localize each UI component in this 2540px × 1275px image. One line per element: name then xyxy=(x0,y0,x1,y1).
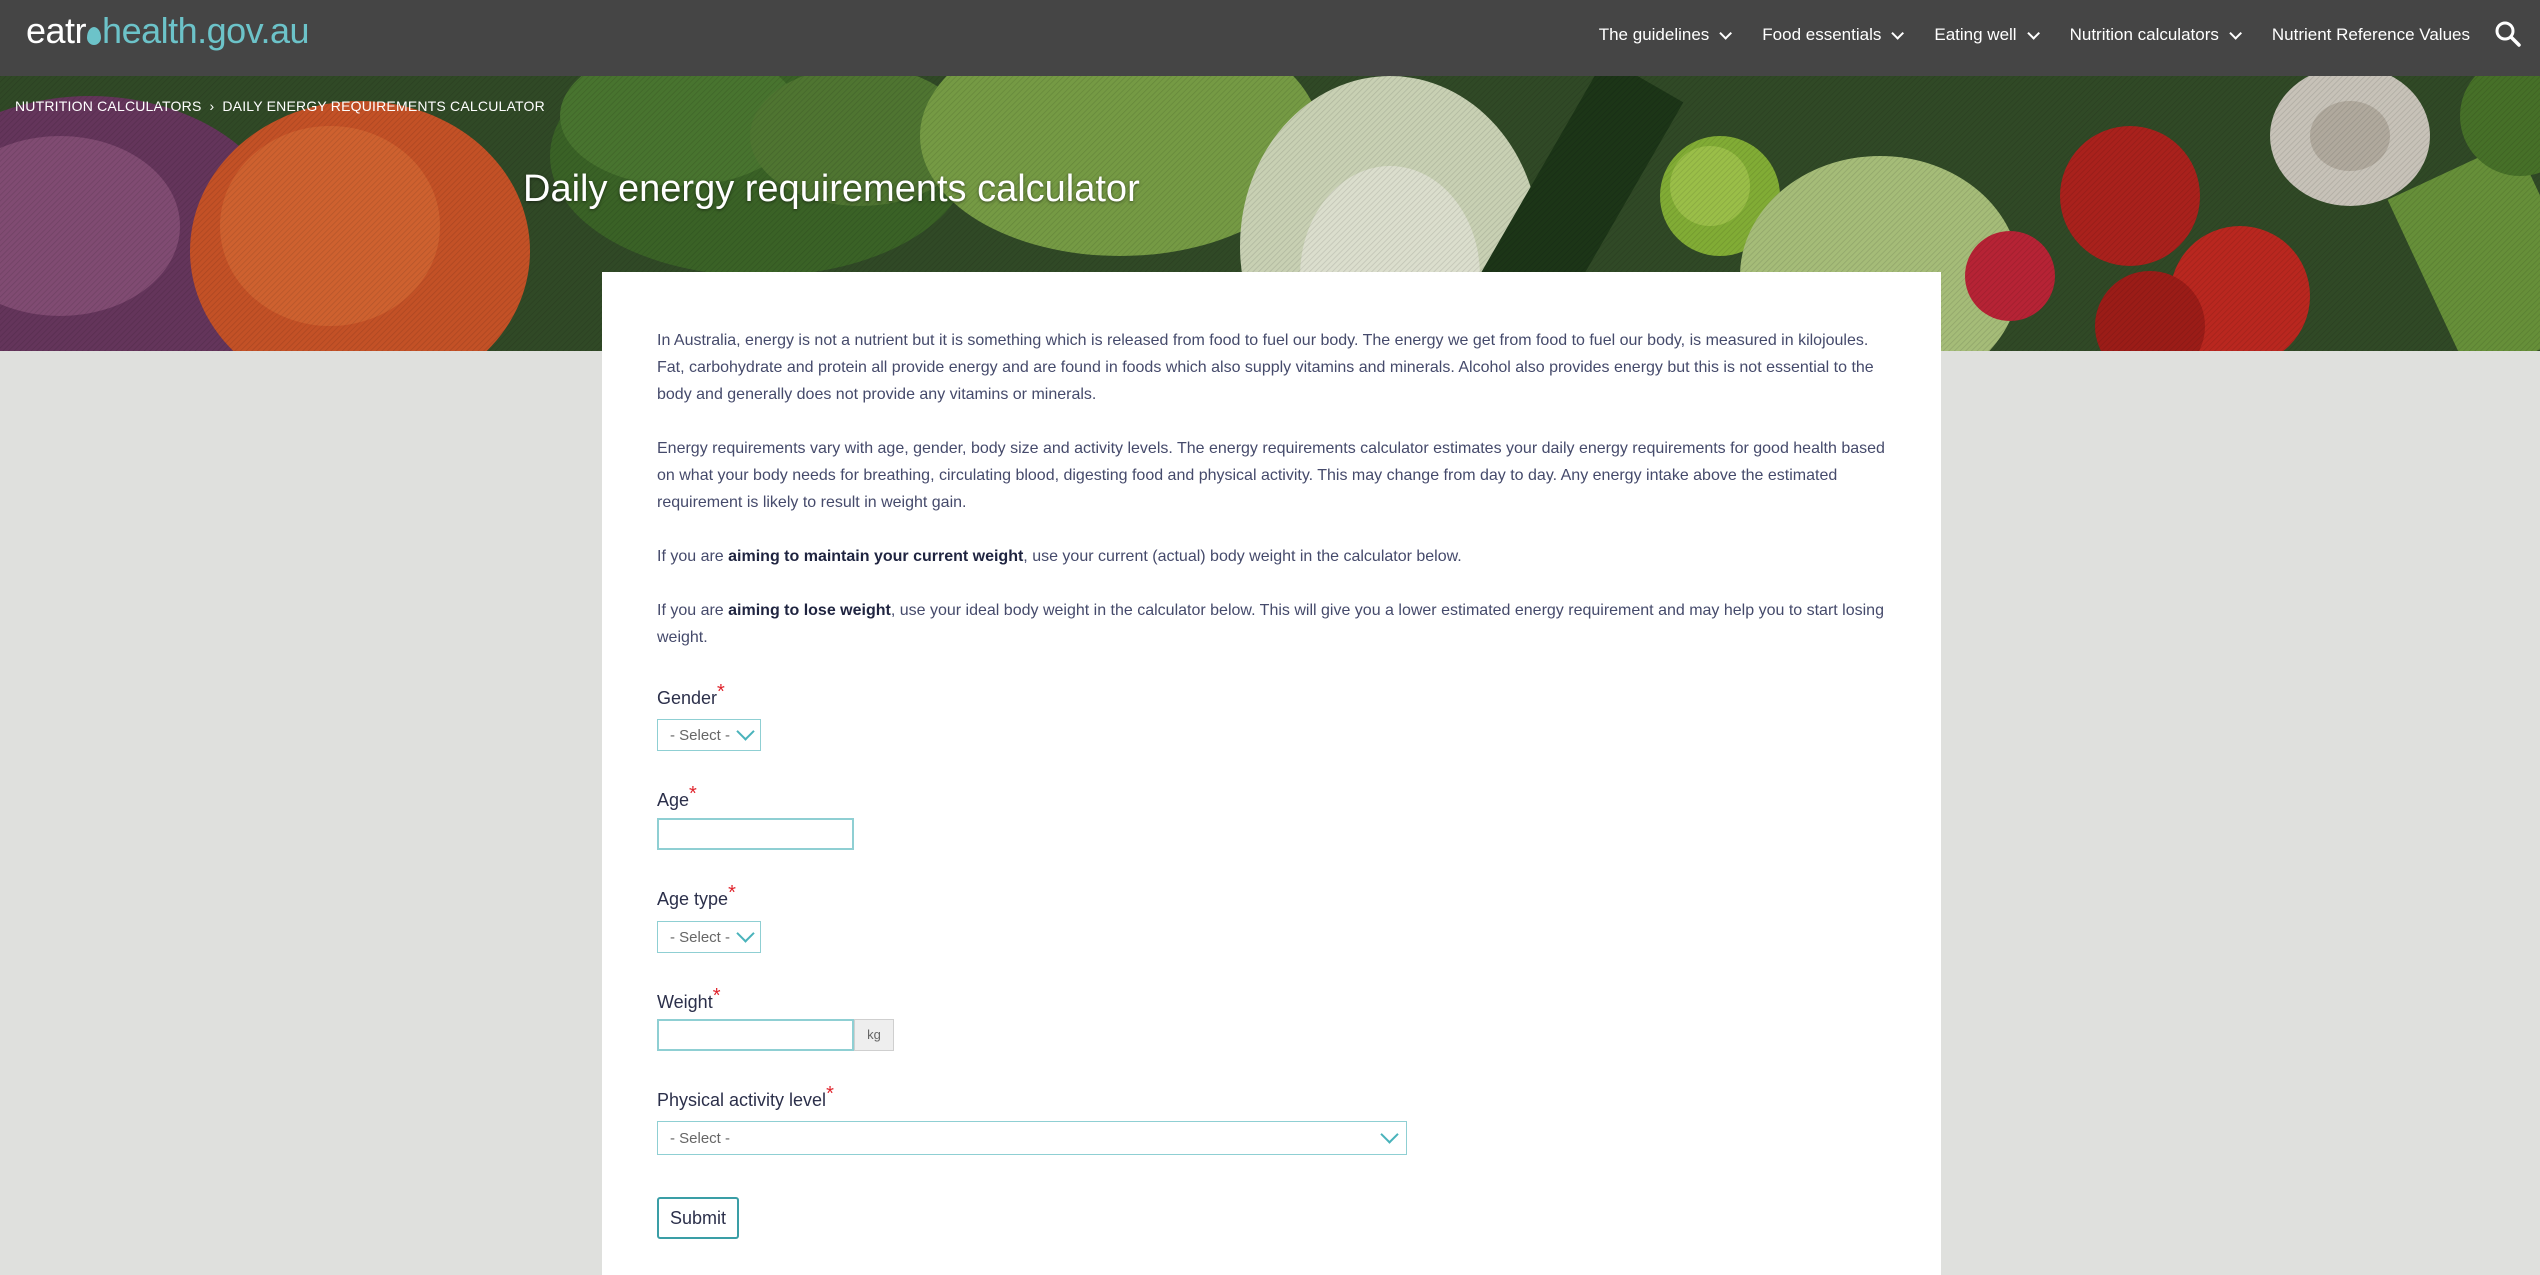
required-mark: * xyxy=(689,783,697,805)
age-input[interactable] xyxy=(657,818,854,850)
logo-text-eat: eat xyxy=(26,10,75,51)
chevron-down-icon xyxy=(2026,26,2040,40)
age-label: Age* xyxy=(657,783,697,812)
activity-select[interactable]: - Select - xyxy=(657,1121,1407,1155)
chevron-down-icon xyxy=(736,924,755,943)
text-span: If you are xyxy=(657,548,729,565)
required-mark: * xyxy=(712,985,721,1007)
label-text: Gender xyxy=(657,688,718,708)
nav-item-label: The guidelines xyxy=(1598,25,1710,44)
required-mark: * xyxy=(728,882,736,904)
age-type-field: Age type* - Select - xyxy=(657,882,761,953)
main-nav: The guidelines Food essentials Eating we… xyxy=(1599,0,2470,70)
nav-item-nutrition-calculators[interactable]: Nutrition calculators xyxy=(2069,25,2242,45)
text-bold: aiming to maintain your current weight xyxy=(728,548,1024,565)
gender-label: Gender* xyxy=(657,681,725,710)
age-type-label: Age type* xyxy=(657,882,736,911)
breadcrumb-separator: › xyxy=(209,98,215,114)
content-card: In Australia, energy is not a nutrient b… xyxy=(602,272,1941,1275)
weight-unit-addon: kg xyxy=(854,1019,894,1051)
logo-drop-icon xyxy=(87,27,102,45)
breadcrumb-link-nutrition-calculators[interactable]: NUTRITION CALCULATORS xyxy=(15,98,201,114)
nav-item-label: Eating well xyxy=(1934,25,2017,44)
chevron-down-icon xyxy=(2229,26,2242,40)
weight-field: Weight* kg xyxy=(657,985,894,1051)
intro-paragraph-1: In Australia, energy is not a nutrient b… xyxy=(657,332,1874,403)
select-value: - Select - xyxy=(670,1130,731,1147)
gender-select[interactable]: - Select - xyxy=(657,719,761,751)
label-text: Weight xyxy=(657,992,713,1012)
text-bold: aiming to lose weight xyxy=(728,602,891,619)
activity-field: Physical activity level* - Select - xyxy=(657,1083,1407,1155)
text-span: , use your current (actual) body weight … xyxy=(1023,548,1462,565)
nav-item-label: Nutrient Reference Values xyxy=(2271,25,2470,44)
logo-text-domain: health.gov.au xyxy=(102,10,310,51)
chevron-down-icon xyxy=(1891,26,1905,40)
top-navigation-bar: eat r health.gov.au The guidelines Food es… xyxy=(0,0,2540,76)
required-mark: * xyxy=(826,1083,834,1105)
nav-item-label: Food essentials xyxy=(1762,25,1882,44)
activity-label: Physical activity level* xyxy=(657,1083,834,1112)
intro-paragraph-4: If you are aiming to lose weight, use yo… xyxy=(657,597,1889,651)
nav-item-nutrient-reference-values[interactable]: Nutrient Reference Values xyxy=(2272,25,2470,45)
nav-item-guidelines[interactable]: The guidelines xyxy=(1598,25,1733,45)
chevron-down-icon xyxy=(736,722,755,741)
site-logo[interactable]: eat r health.gov.au xyxy=(26,10,310,52)
label-text: Age xyxy=(657,790,690,810)
required-mark: * xyxy=(717,681,725,703)
chevron-down-icon xyxy=(1380,1125,1399,1144)
intro-paragraph-3: If you are aiming to maintain your curre… xyxy=(657,543,1889,570)
nav-item-label: Nutrition calculators xyxy=(2069,25,2219,44)
text-span: If you are xyxy=(657,602,729,619)
intro-paragraph-2: Energy requirements vary with age, gende… xyxy=(657,440,1885,511)
nav-item-food-essentials[interactable]: Food essentials xyxy=(1762,25,1905,45)
select-value: - Select - xyxy=(670,929,731,946)
breadcrumb-current: DAILY ENERGY REQUIREMENTS CALCULATOR xyxy=(222,98,545,114)
nav-item-eating-well[interactable]: Eating well xyxy=(1934,25,2040,45)
weight-input[interactable] xyxy=(657,1019,854,1051)
submit-button[interactable]: Submit xyxy=(657,1197,739,1239)
label-text: Physical activity level xyxy=(657,1090,827,1110)
chevron-down-icon xyxy=(1719,26,1733,40)
age-type-select[interactable]: - Select - xyxy=(657,921,761,953)
logo-text-for: r xyxy=(74,10,87,51)
page-title: Daily energy requirements calculator xyxy=(523,168,1140,210)
intro-text: In Australia, energy is not a nutrient b… xyxy=(657,327,1889,678)
select-value: - Select - xyxy=(670,727,731,744)
breadcrumb: NUTRITION CALCULATORS › DAILY ENERGY REQUI… xyxy=(15,98,545,114)
age-field: Age* xyxy=(657,783,854,850)
gender-field: Gender* - Select - xyxy=(657,681,761,751)
search-icon[interactable] xyxy=(2494,20,2522,48)
label-text: Age type xyxy=(657,889,729,909)
weight-label: Weight* xyxy=(657,985,721,1014)
